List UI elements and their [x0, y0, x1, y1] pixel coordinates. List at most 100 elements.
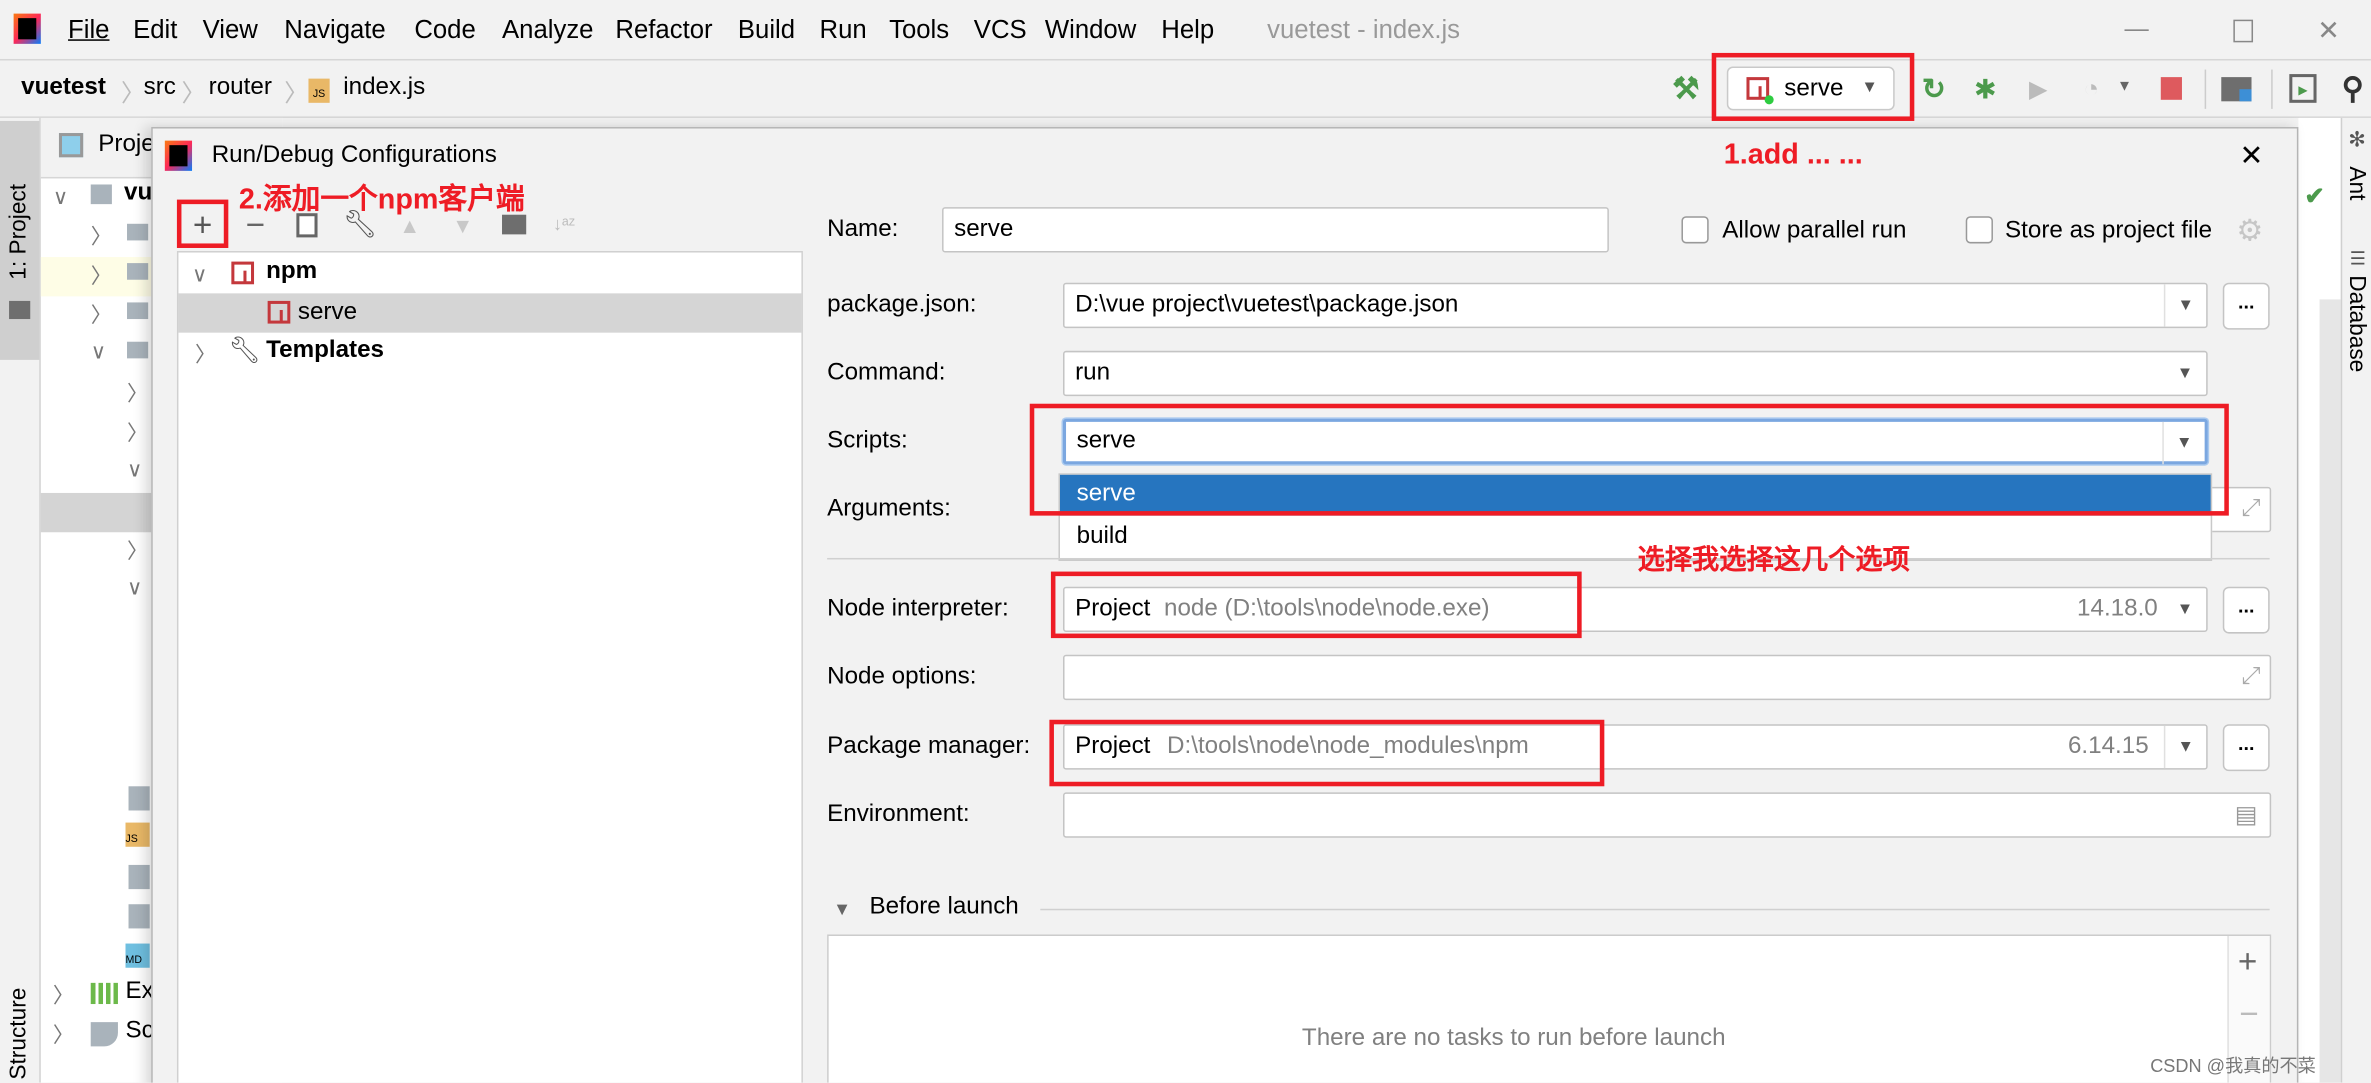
annotation-step2: 2.添加一个npm客户端 [238, 184, 525, 217]
menu-refactor[interactable]: Refactor [615, 15, 712, 45]
package-json-select[interactable]: D:\vue project\vuetest\package.json ▼ [1063, 282, 2208, 329]
rerun-icon[interactable]: ↻ [1917, 73, 1950, 106]
browse-node-interpreter-button[interactable]: ... [2222, 586, 2270, 634]
ant-icon: ✻ [2348, 127, 2367, 152]
editor-scrollbar[interactable] [2319, 299, 2341, 1083]
configuration-tree: ∨ npm serve 〉 🔧︎ Templates [176, 251, 803, 1083]
edit-environment-icon[interactable]: ▤ [2235, 800, 2258, 830]
database-tab[interactable]: Database [2344, 275, 2370, 372]
scripts-label: Scripts: [827, 427, 908, 454]
menu-file[interactable]: File [68, 15, 109, 45]
command-select[interactable]: run ▼ [1063, 350, 2208, 397]
menu-run[interactable]: Run [820, 15, 867, 45]
command-value: run [1075, 359, 1111, 386]
annotation-step3: 选择我选择这几个选项 [1637, 544, 1910, 575]
stop-icon[interactable] [2160, 77, 2182, 100]
menu-help[interactable]: Help [1161, 15, 1214, 45]
editor-area: ✔ [2298, 117, 2341, 1083]
title-bar: File Edit View Navigate Code Analyze Ref… [0, 0, 2371, 61]
intellij-logo-icon [13, 13, 41, 44]
js-file-icon: JS [125, 822, 150, 847]
annotation-box-package-manager [1049, 719, 1605, 787]
sort-alphabetically-icon[interactable]: ↓ᵃᶻ [547, 206, 580, 242]
browse-package-json-button[interactable]: ... [2222, 282, 2270, 330]
run-anything-icon[interactable]: ▶ [2289, 74, 2317, 103]
tree-templates[interactable]: Templates [266, 337, 384, 364]
store-as-project-file-label: Store as project file [2005, 217, 2213, 244]
gear-icon[interactable]: ⚙ [2236, 212, 2263, 250]
menu-analyze[interactable]: Analyze [502, 15, 593, 45]
remove-task-button[interactable]: − [2239, 995, 2258, 1034]
js-file-icon: JS [308, 78, 330, 103]
debug-bug-icon[interactable]: ✱ [1969, 73, 2002, 106]
tree-group-npm[interactable]: npm [266, 259, 317, 286]
chevron-down-icon: ▼ [2176, 600, 2194, 619]
scratches-icon [90, 1022, 118, 1047]
close-window-icon[interactable]: ✕ [2314, 12, 2344, 48]
build-hammer-icon[interactable]: ⚒ [1669, 70, 1702, 106]
folder-icon [9, 300, 31, 320]
browse-package-manager-button[interactable]: ... [2222, 724, 2270, 772]
breadcrumb-file[interactable]: index.js [343, 74, 425, 101]
menu-build[interactable]: Build [738, 15, 795, 45]
json-file-icon [128, 864, 150, 890]
name-input[interactable]: serve [942, 207, 1609, 253]
node-options-input[interactable]: ⤢ [1063, 654, 2272, 701]
node-interpreter-label: Node interpreter: [827, 595, 1009, 622]
annotation-step1: 1.add ... ... [1723, 139, 1863, 171]
project-tab-label: 1: Project [6, 183, 32, 280]
no-tasks-text: There are no tasks to run before launch [1301, 1025, 1726, 1051]
menu-window[interactable]: Window [1045, 15, 1136, 45]
before-launch-list: + − There are no tasks to run before lau… [827, 934, 2272, 1083]
project-tool-tab[interactable]: 1: Project [0, 120, 40, 360]
name-value: serve [954, 216, 1014, 242]
profile-icon[interactable]: ◔ [2075, 73, 2108, 106]
dropdown-option-build[interactable]: build [1060, 517, 2211, 558]
ide-window: File Edit View Navigate Code Analyze Ref… [0, 0, 2371, 1083]
tree-item-external-libraries[interactable]: Ex [126, 978, 154, 1005]
ant-tab[interactable]: Ant [2344, 166, 2370, 200]
menu-tools[interactable]: Tools [889, 15, 949, 45]
before-launch-header[interactable]: Before launch [869, 894, 1018, 921]
project-structure-icon[interactable] [2221, 77, 2252, 102]
coverage-icon[interactable]: ▶ [2022, 73, 2055, 106]
menu-view[interactable]: View [203, 15, 258, 45]
database-icon: ☰ [2349, 247, 2367, 270]
expand-icon[interactable]: ⤢ [2241, 664, 2260, 691]
folder-icon [127, 341, 149, 359]
store-as-project-file-checkbox[interactable] [1965, 216, 1993, 244]
menu-edit[interactable]: Edit [133, 15, 177, 45]
menu-navigate[interactable]: Navigate [284, 15, 385, 45]
annotation-box-add-button [176, 199, 229, 248]
menu-vcs[interactable]: VCS [974, 15, 1027, 45]
environment-label: Environment: [827, 801, 970, 828]
npm-icon [267, 300, 291, 324]
package-manager-version: 6.14.15 [2067, 733, 2149, 760]
search-icon[interactable]: ⚲ [2336, 70, 2369, 106]
tree-item-serve-label: serve [297, 299, 358, 326]
breadcrumb-project[interactable]: vuetest [21, 74, 106, 101]
chevron-down-icon: ▼ [2163, 284, 2206, 327]
allow-parallel-run-label: Allow parallel run [1722, 217, 1907, 244]
maximize-icon[interactable] [2232, 18, 2253, 42]
menu-code[interactable]: Code [414, 15, 475, 45]
external-libraries-icon [90, 982, 118, 1005]
expand-icon[interactable]: ⤢ [2241, 496, 2260, 523]
tree-item-serve[interactable]: serve [178, 293, 802, 333]
tree-item-scratches[interactable]: Sc [126, 1018, 154, 1045]
collapse-triangle-icon[interactable]: ▼ [833, 898, 851, 919]
window-title: vuetest - index.js [1267, 15, 1461, 44]
npm-icon [231, 261, 255, 285]
package-json-value: D:\vue project\vuetest\package.json [1075, 291, 1459, 318]
allow-parallel-run-checkbox[interactable] [1681, 216, 1709, 244]
breadcrumb-router[interactable]: router [209, 74, 272, 101]
environment-input[interactable]: ▤ [1063, 792, 2272, 838]
dialog-close-icon[interactable]: ✕ [2235, 138, 2268, 174]
breadcrumb-src[interactable]: src [144, 74, 176, 101]
node-version: 14.18.0 [2077, 595, 2158, 622]
tree-root[interactable]: vu [124, 180, 152, 207]
node-options-label: Node options: [827, 663, 977, 690]
add-task-button[interactable]: + [2238, 942, 2257, 981]
minimize-icon[interactable]: — [2120, 12, 2153, 48]
structure-tab[interactable]: Structure [6, 988, 32, 1080]
